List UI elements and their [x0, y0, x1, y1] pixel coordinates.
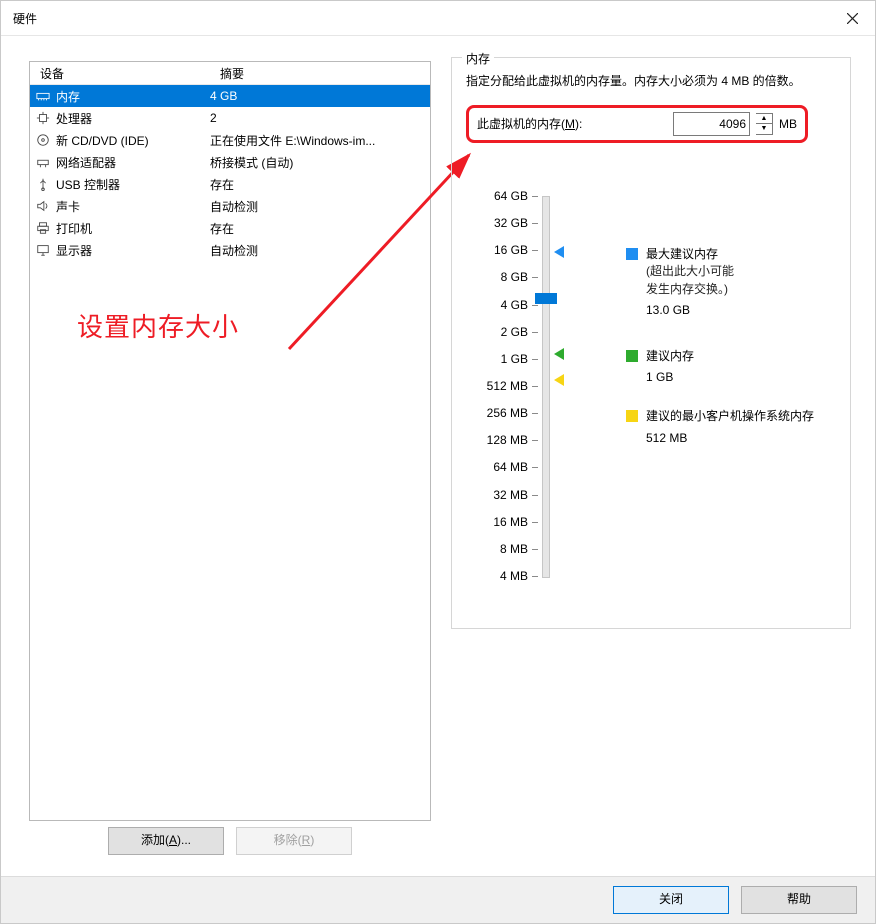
tick-label: 4 MB — [470, 569, 528, 583]
hardware-dialog: 硬件 设备 摘要 内存4 GB处理器2新 CD/DVD (IDE)正在使用文件 … — [0, 0, 876, 924]
tick-label: 256 MB — [470, 406, 528, 420]
spinner-down-icon[interactable]: ▼ — [756, 124, 772, 134]
memory-description: 指定分配给此虚拟机的内存量。内存大小必须为 4 MB 的倍数。 — [466, 72, 836, 91]
usb-icon — [30, 177, 56, 191]
tick-mark — [532, 359, 538, 360]
tick-label: 16 GB — [470, 243, 528, 257]
device-name: 显示器 — [56, 242, 206, 259]
close-button[interactable]: 关闭 — [613, 886, 729, 914]
tick-mark — [532, 576, 538, 577]
tick-label: 4 GB — [470, 298, 528, 312]
device-row-disc[interactable]: 新 CD/DVD (IDE)正在使用文件 E:\Windows-im... — [30, 129, 430, 151]
memory-group-title: 内存 — [462, 50, 494, 67]
col-summary[interactable]: 摘要 — [216, 65, 430, 82]
swatch-green-icon — [626, 350, 638, 362]
device-name: 网络适配器 — [56, 154, 206, 171]
memory-input-label: 此虚拟机的内存(M): — [477, 115, 582, 132]
tick-mark — [532, 467, 538, 468]
spinner-up-icon[interactable]: ▲ — [756, 114, 772, 125]
memory-unit: MB — [779, 117, 797, 131]
tick-label: 512 MB — [470, 379, 528, 393]
device-summary: 桥接模式 (自动) — [206, 154, 430, 171]
device-summary: 自动检测 — [206, 242, 430, 259]
device-row-sound[interactable]: 声卡自动检测 — [30, 195, 430, 217]
device-list: 设备 摘要 内存4 GB处理器2新 CD/DVD (IDE)正在使用文件 E:\… — [29, 61, 431, 821]
device-name: 声卡 — [56, 198, 206, 215]
tick-label: 8 GB — [470, 270, 528, 284]
tick-mark — [532, 413, 538, 414]
close-icon[interactable] — [829, 1, 875, 35]
device-row-printer[interactable]: 打印机存在 — [30, 217, 430, 239]
remove-button: 移除(R) — [236, 827, 352, 855]
sound-icon — [30, 199, 56, 213]
device-row-display[interactable]: 显示器自动检测 — [30, 239, 430, 261]
device-list-header: 设备 摘要 — [30, 62, 430, 85]
device-summary: 正在使用文件 E:\Windows-im... — [206, 132, 430, 149]
legend-min: 建议的最小客户机操作系统内存 512 MB — [626, 408, 814, 447]
tick-mark — [532, 277, 538, 278]
add-button[interactable]: 添加(A)... — [108, 827, 224, 855]
device-row-memory[interactable]: 内存4 GB — [30, 85, 430, 107]
memory-icon — [30, 89, 56, 103]
swatch-blue-icon — [626, 248, 638, 260]
marker-rec-icon — [554, 348, 564, 360]
annotation-text: 设置内存大小 — [77, 307, 239, 344]
memory-input-row: 此虚拟机的内存(M): ▲▼ MB — [466, 105, 808, 143]
tick-mark — [532, 386, 538, 387]
printer-icon — [30, 221, 56, 235]
device-summary: 存在 — [206, 220, 430, 237]
tick-label: 8 MB — [470, 542, 528, 556]
device-summary: 自动检测 — [206, 198, 430, 215]
tick-mark — [532, 305, 538, 306]
window-title: 硬件 — [13, 10, 37, 27]
tick-mark — [532, 196, 538, 197]
device-name: 新 CD/DVD (IDE) — [56, 132, 206, 149]
memory-slider: 64 GB 32 GB 16 GB 8 GB 4 GB 2 GB 1 GB 512 MB 256… — [470, 188, 836, 616]
slider-thumb[interactable] — [535, 293, 557, 304]
marker-max-icon — [554, 246, 564, 258]
legend-max: 最大建议内存 (超出此大小可能 发生内存交换。) 13.0 GB — [626, 246, 814, 320]
swatch-yellow-icon — [626, 410, 638, 422]
titlebar: 硬件 — [1, 1, 875, 36]
device-summary: 4 GB — [206, 89, 430, 103]
disc-icon — [30, 133, 56, 147]
tick-mark — [532, 223, 538, 224]
slider-track[interactable] — [542, 196, 550, 578]
device-summary: 2 — [206, 111, 430, 125]
network-icon — [30, 155, 56, 169]
legend-rec: 建议内存 1 GB — [626, 348, 814, 387]
memory-group: 内存 指定分配给此虚拟机的内存量。内存大小必须为 4 MB 的倍数。 此虚拟机的… — [451, 57, 851, 629]
tick-mark — [532, 549, 538, 550]
device-summary: 存在 — [206, 176, 430, 193]
tick-mark — [532, 522, 538, 523]
tick-label: 16 MB — [470, 515, 528, 529]
tick-label: 1 GB — [470, 352, 528, 366]
tick-label: 128 MB — [470, 433, 528, 447]
device-name: 处理器 — [56, 110, 206, 127]
device-name: 打印机 — [56, 220, 206, 237]
device-row-usb[interactable]: USB 控制器存在 — [30, 173, 430, 195]
tick-label: 32 MB — [470, 488, 528, 502]
device-name: USB 控制器 — [56, 176, 206, 193]
tick-mark — [532, 332, 538, 333]
col-device[interactable]: 设备 — [30, 65, 216, 82]
tick-label: 64 GB — [470, 189, 528, 203]
tick-label: 2 GB — [470, 325, 528, 339]
tick-label: 64 MB — [470, 460, 528, 474]
tick-mark — [532, 250, 538, 251]
memory-spinner[interactable]: ▲▼ — [756, 113, 773, 135]
help-button[interactable]: 帮助 — [741, 886, 857, 914]
device-buttons: 添加(A)... 移除(R) — [29, 827, 431, 855]
tick-mark — [532, 440, 538, 441]
marker-min-icon — [554, 374, 564, 386]
device-name: 内存 — [56, 88, 206, 105]
device-row-cpu[interactable]: 处理器2 — [30, 107, 430, 129]
tick-label: 32 GB — [470, 216, 528, 230]
memory-input[interactable] — [673, 112, 750, 136]
display-icon — [30, 243, 56, 257]
device-row-network[interactable]: 网络适配器桥接模式 (自动) — [30, 151, 430, 173]
cpu-icon — [30, 111, 56, 125]
tick-mark — [532, 495, 538, 496]
dialog-footer: 关闭 帮助 — [1, 876, 875, 923]
